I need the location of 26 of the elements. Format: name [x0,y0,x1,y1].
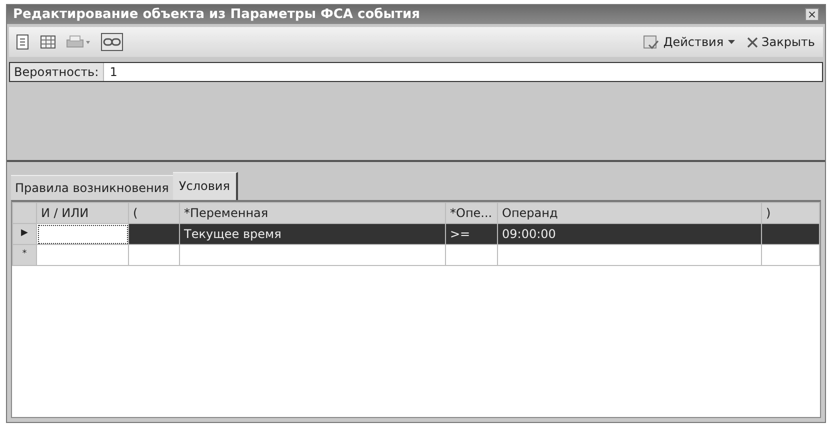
document-check-icon [643,35,660,49]
column-header[interactable]: И / ИЛИ [36,202,128,224]
close-icon [746,36,758,48]
link-icon[interactable] [101,33,123,51]
row-marker: * [12,244,36,266]
table-cell: Текущее время [180,224,446,244]
row-marker: ▶ [12,224,36,244]
document-icon[interactable] [15,33,31,51]
close-button[interactable]: Закрыть [744,33,817,51]
tab[interactable]: Правила возникновения [11,175,173,200]
column-header[interactable]: *Переменная [180,202,446,224]
table-cell: 09:00:00 [498,224,762,244]
actions-button[interactable]: Действия [641,33,737,51]
field-value: 1 [108,64,118,81]
field-label: Вероятность: [10,63,104,81]
table-icon[interactable] [39,34,57,50]
close-button[interactable]: × [805,8,819,21]
caret-icon [728,40,735,44]
column-header[interactable]: ( [128,202,180,224]
table-cell: >= [446,224,498,244]
column-header[interactable]: *Опе... [446,202,498,224]
probability-field[interactable]: Вероятность: 1 [9,62,823,82]
column-header[interactable]: Операнд [498,202,762,224]
tab[interactable]: Условия [172,172,238,200]
column-header[interactable]: ) [762,202,820,224]
window-title: Редактирование объекта из Параметры ФСА события [13,6,420,24]
